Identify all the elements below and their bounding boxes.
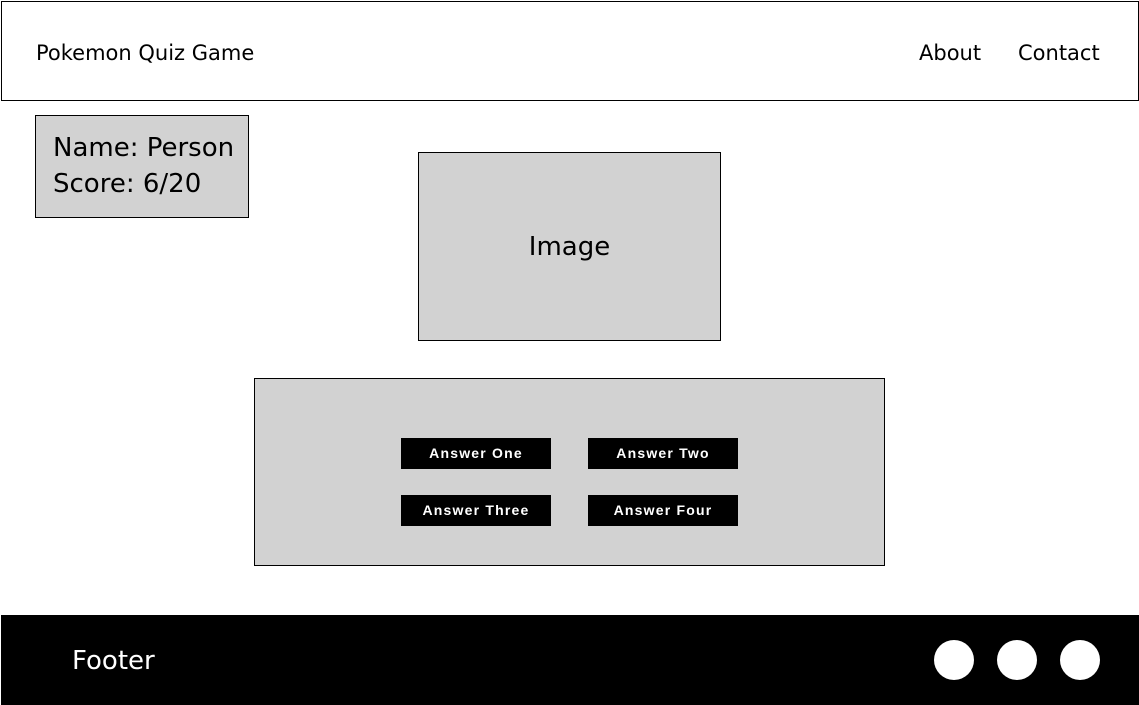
question-image-placeholder: Image (418, 152, 721, 341)
social-icon-2[interactable] (997, 640, 1037, 680)
social-icon-3[interactable] (1060, 640, 1100, 680)
nav-link-contact[interactable]: Contact (1018, 40, 1100, 66)
answers-panel: Answer One Answer Two Answer Three Answe… (254, 378, 885, 566)
answer-button-two[interactable]: Answer Two (588, 438, 738, 469)
social-icon-1[interactable] (934, 640, 974, 680)
player-name: Name: Person (53, 133, 235, 163)
player-info-panel: Name: Person Score: 6/20 (35, 115, 249, 218)
answer-button-four[interactable]: Answer Four (588, 495, 738, 526)
answer-button-three[interactable]: Answer Three (401, 495, 551, 526)
site-footer: Footer (1, 615, 1139, 705)
site-title: Pokemon Quiz Game (36, 41, 255, 65)
player-score: Score: 6/20 (53, 169, 202, 199)
site-header: Pokemon Quiz Game About Contact (1, 1, 1139, 101)
image-placeholder-label: Image (528, 231, 611, 262)
answer-button-one[interactable]: Answer One (401, 438, 551, 469)
nav-link-about[interactable]: About (919, 40, 981, 66)
footer-label: Footer (72, 646, 155, 676)
